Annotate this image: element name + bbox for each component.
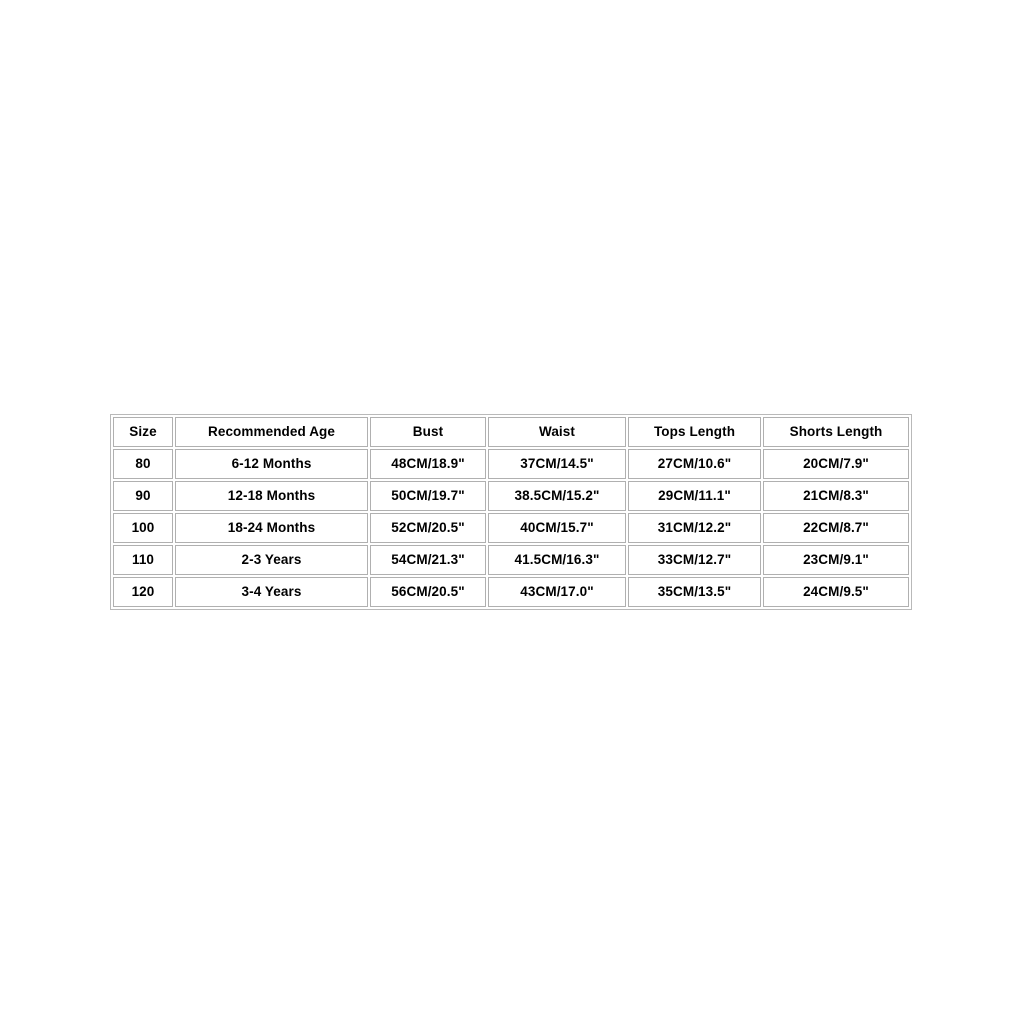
cell-tops-length: 35CM/13.5" [628, 577, 761, 607]
column-header-bust: Bust [370, 417, 486, 447]
table-row: 100 18-24 Months 52CM/20.5" 40CM/15.7" 3… [113, 513, 909, 543]
cell-bust: 54CM/21.3" [370, 545, 486, 575]
table-row: 110 2-3 Years 54CM/21.3" 41.5CM/16.3" 33… [113, 545, 909, 575]
cell-bust: 52CM/20.5" [370, 513, 486, 543]
cell-age: 6-12 Months [175, 449, 368, 479]
cell-age: 3-4 Years [175, 577, 368, 607]
cell-age: 2-3 Years [175, 545, 368, 575]
size-chart-container: Size Recommended Age Bust Waist Tops Len… [110, 414, 912, 610]
cell-tops-length: 29CM/11.1" [628, 481, 761, 511]
cell-size: 80 [113, 449, 173, 479]
page-canvas: Size Recommended Age Bust Waist Tops Len… [0, 0, 1024, 1024]
cell-shorts-length: 20CM/7.9" [763, 449, 909, 479]
column-header-tops-length: Tops Length [628, 417, 761, 447]
cell-shorts-length: 22CM/8.7" [763, 513, 909, 543]
cell-tops-length: 33CM/12.7" [628, 545, 761, 575]
cell-age: 18-24 Months [175, 513, 368, 543]
size-chart-header: Size Recommended Age Bust Waist Tops Len… [113, 417, 909, 447]
cell-waist: 37CM/14.5" [488, 449, 626, 479]
cell-bust: 56CM/20.5" [370, 577, 486, 607]
cell-waist: 41.5CM/16.3" [488, 545, 626, 575]
cell-tops-length: 27CM/10.6" [628, 449, 761, 479]
cell-bust: 48CM/18.9" [370, 449, 486, 479]
cell-shorts-length: 21CM/8.3" [763, 481, 909, 511]
column-header-waist: Waist [488, 417, 626, 447]
cell-waist: 38.5CM/15.2" [488, 481, 626, 511]
cell-shorts-length: 23CM/9.1" [763, 545, 909, 575]
cell-waist: 40CM/15.7" [488, 513, 626, 543]
column-header-size: Size [113, 417, 173, 447]
size-chart-table: Size Recommended Age Bust Waist Tops Len… [110, 414, 912, 610]
cell-size: 110 [113, 545, 173, 575]
table-row: 90 12-18 Months 50CM/19.7" 38.5CM/15.2" … [113, 481, 909, 511]
cell-age: 12-18 Months [175, 481, 368, 511]
table-row: 80 6-12 Months 48CM/18.9" 37CM/14.5" 27C… [113, 449, 909, 479]
cell-size: 100 [113, 513, 173, 543]
cell-size: 120 [113, 577, 173, 607]
cell-shorts-length: 24CM/9.5" [763, 577, 909, 607]
column-header-recommended-age: Recommended Age [175, 417, 368, 447]
cell-waist: 43CM/17.0" [488, 577, 626, 607]
column-header-shorts-length: Shorts Length [763, 417, 909, 447]
cell-size: 90 [113, 481, 173, 511]
cell-tops-length: 31CM/12.2" [628, 513, 761, 543]
table-header-row: Size Recommended Age Bust Waist Tops Len… [113, 417, 909, 447]
size-chart-body: 80 6-12 Months 48CM/18.9" 37CM/14.5" 27C… [113, 449, 909, 607]
table-row: 120 3-4 Years 56CM/20.5" 43CM/17.0" 35CM… [113, 577, 909, 607]
cell-bust: 50CM/19.7" [370, 481, 486, 511]
